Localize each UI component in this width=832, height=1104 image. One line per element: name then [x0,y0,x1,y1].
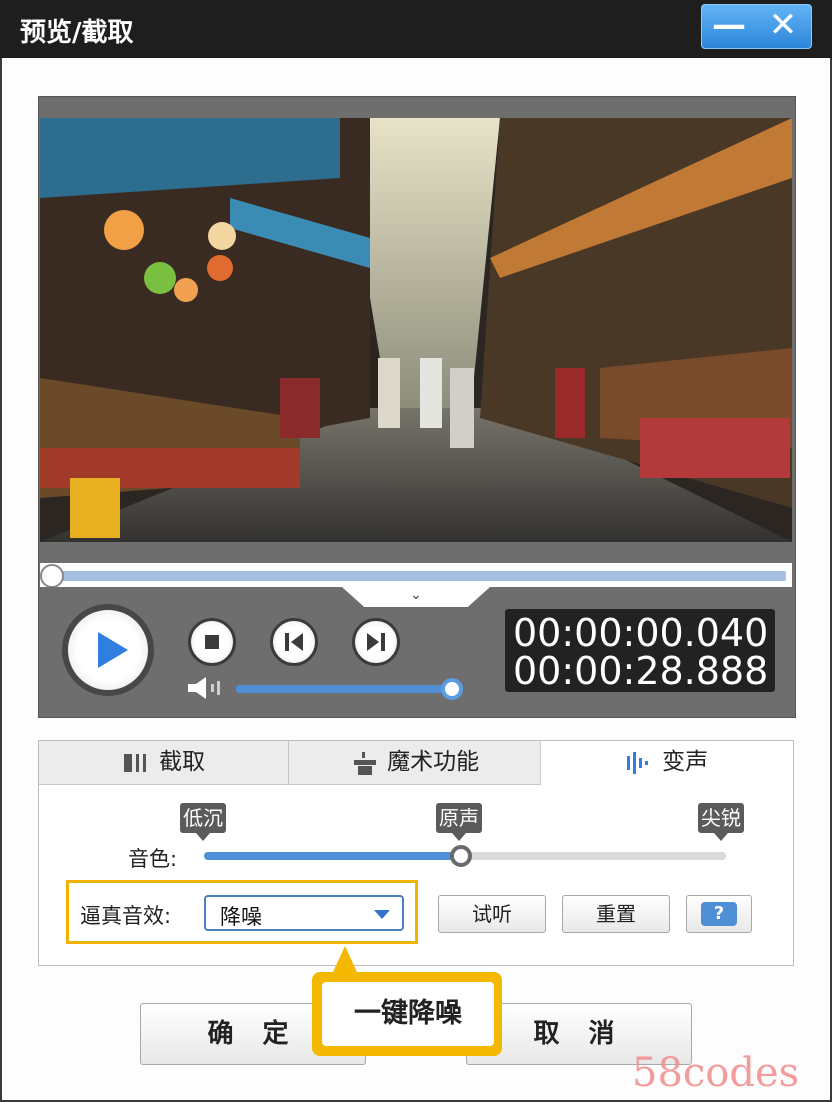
total-time: 00:00:28.888 [513,649,769,693]
help-book-icon: ? [701,902,737,926]
seek-bar[interactable] [40,563,792,588]
play-icon [98,632,128,668]
crop-icon [123,753,146,772]
tab-crop[interactable]: 截取 [39,741,289,785]
timbre-marker-low: 低沉 [180,803,226,841]
stop-icon [205,635,219,649]
effect-dropdown[interactable]: 降噪 [204,895,404,931]
magic-hat-icon [353,751,376,775]
watermark: 58codes [632,1050,800,1096]
effect-selected-value: 降噪 [220,905,262,929]
street-market-frame [40,118,792,542]
volume-handle[interactable] [441,678,463,700]
tab-voice-change[interactable]: 变声 [541,741,792,785]
effect-label: 逼真音效: [80,904,172,928]
close-button[interactable]: ✕ [756,5,810,48]
video-preview [40,118,792,542]
timbre-marker-original: 原声 [436,803,482,841]
stop-button[interactable] [188,618,236,666]
tab-magic-label: 魔术功能 [387,749,480,775]
seek-handle[interactable] [40,564,64,588]
volume-slider[interactable] [236,685,450,693]
chevron-down-icon[interactable]: ⌄ [342,587,490,607]
callout-text: 一键降噪 [322,982,494,1046]
volume-icon[interactable] [186,676,224,700]
time-display: 00:00:00.040 00:00:28.888 [505,609,775,693]
minimize-button[interactable]: — [702,5,756,48]
previous-frame-button[interactable] [270,618,318,666]
timbre-slider-handle[interactable] [450,845,472,867]
play-button[interactable] [62,604,154,696]
tab-magic[interactable]: 魔术功能 [289,741,541,785]
reset-button[interactable]: 重置 [562,895,670,933]
step-forward-icon [367,633,385,651]
waveform-icon [626,751,648,774]
next-frame-button[interactable] [352,618,400,666]
tab-crop-label: 截取 [159,749,206,775]
callout-pointer [333,946,357,972]
preview-listen-button[interactable]: 试听 [438,895,546,933]
window-title: 预览/截取 [20,18,134,48]
seek-track [50,571,786,581]
help-button[interactable]: ? [686,895,752,933]
title-bar: 预览/截取 — ✕ [0,0,832,58]
window-controls: — ✕ [701,4,812,49]
timbre-marker-sharp: 尖锐 [698,803,744,841]
step-back-icon [285,633,303,651]
dropdown-arrow-icon [374,910,390,919]
tab-voice-change-label: 变声 [662,749,709,775]
timbre-label: 音色: [128,847,178,871]
timbre-slider-fill [204,852,460,860]
